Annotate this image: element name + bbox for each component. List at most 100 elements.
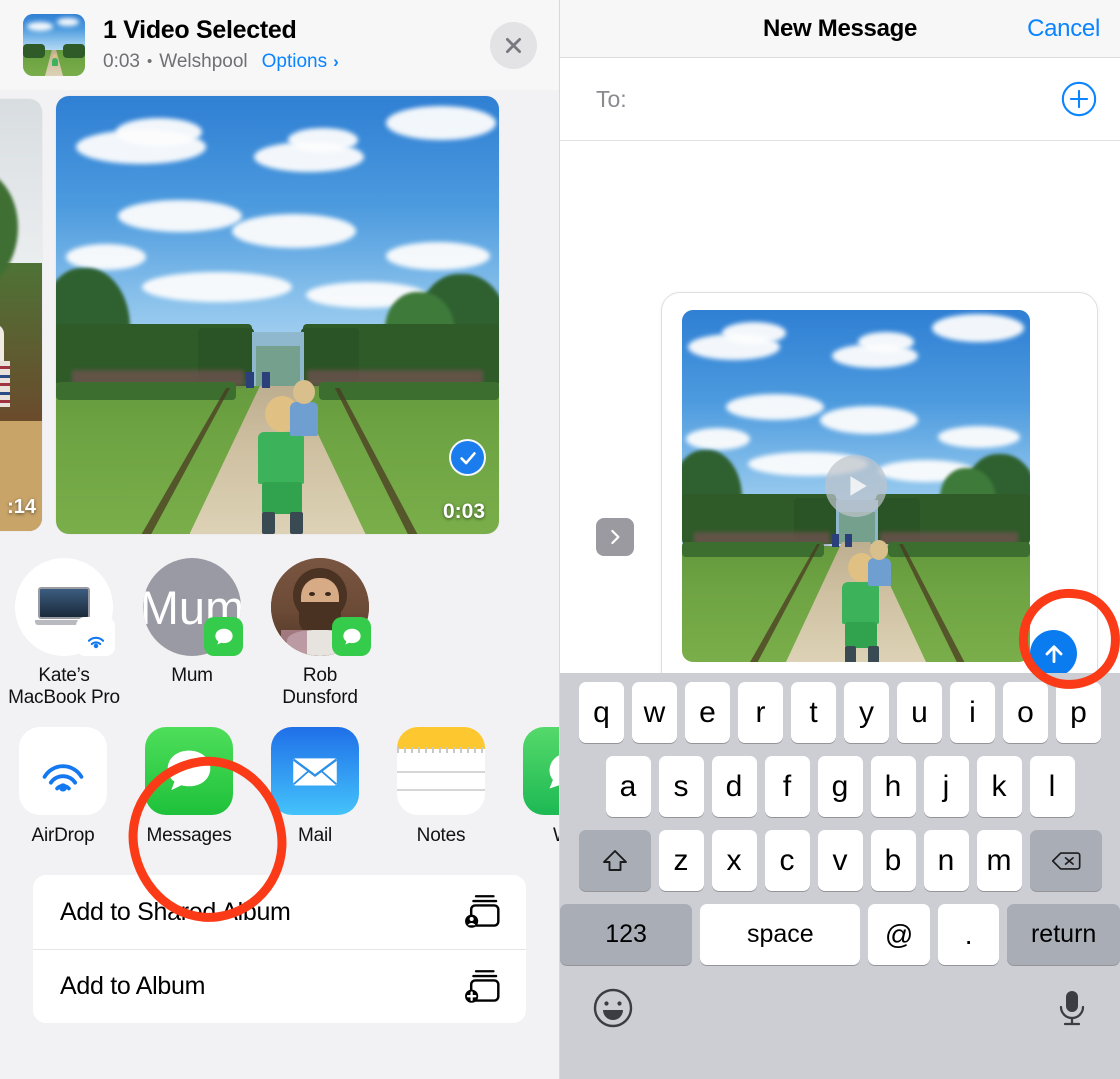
options-button[interactable]: Options › bbox=[262, 51, 339, 73]
messages-badge-icon bbox=[332, 617, 371, 656]
message-attachment-bubble[interactable] bbox=[661, 292, 1098, 694]
space-key[interactable]: space bbox=[700, 904, 861, 965]
key-q[interactable]: q bbox=[579, 682, 624, 743]
key-w[interactable]: w bbox=[632, 682, 677, 743]
app-messages[interactable]: Messages bbox=[126, 727, 252, 847]
app-notes[interactable]: Notes bbox=[378, 727, 504, 847]
keyboard-row-2: a s d f g h j k l bbox=[560, 756, 1120, 817]
app-label: Mail bbox=[297, 825, 333, 847]
microphone-icon[interactable] bbox=[1055, 986, 1089, 1030]
play-button[interactable] bbox=[825, 455, 887, 517]
key-n[interactable]: n bbox=[923, 830, 969, 891]
video-location: Welshpool bbox=[159, 50, 248, 72]
selected-video-thumbnail[interactable] bbox=[23, 14, 85, 76]
key-g[interactable]: g bbox=[817, 756, 863, 817]
onscreen-keyboard[interactable]: q w e r t y u i o p a s d f g h j k l z … bbox=[560, 673, 1120, 1079]
key-c[interactable]: c bbox=[764, 830, 810, 891]
shift-key[interactable] bbox=[578, 830, 651, 891]
share-sheet-header-text: 1 Video Selected 0:03 • Welshpool Option… bbox=[103, 17, 490, 73]
key-s[interactable]: s bbox=[658, 756, 704, 817]
page-title: 1 Video Selected bbox=[103, 16, 297, 45]
key-i[interactable]: i bbox=[950, 682, 995, 743]
key-r[interactable]: r bbox=[738, 682, 783, 743]
messages-navbar: New Message Cancel bbox=[560, 0, 1120, 58]
notes-icon bbox=[397, 727, 485, 816]
messages-badge-icon bbox=[204, 617, 243, 656]
period-key[interactable]: . bbox=[937, 904, 1000, 965]
shared-album-icon bbox=[465, 895, 500, 928]
key-y[interactable]: y bbox=[844, 682, 889, 743]
key-a[interactable]: a bbox=[605, 756, 651, 817]
contact-kates-macbook-pro[interactable]: Kate’s MacBook Pro bbox=[0, 558, 128, 709]
add-album-icon bbox=[465, 969, 500, 1003]
share-sheet-subtitle: 0:03 • Welshpool Options › bbox=[103, 51, 490, 73]
send-button[interactable] bbox=[1030, 630, 1077, 677]
send-arrow-up-icon bbox=[1045, 644, 1062, 663]
add-contact-icon[interactable] bbox=[1060, 80, 1098, 118]
key-p[interactable]: p bbox=[1056, 682, 1101, 743]
contact-label-line1: Kate’s bbox=[38, 665, 90, 686]
app-mail[interactable]: Mail bbox=[252, 727, 378, 847]
key-l[interactable]: l bbox=[1029, 756, 1075, 817]
key-b[interactable]: b bbox=[870, 830, 916, 891]
nav-title: New Message bbox=[762, 14, 918, 42]
action-add-to-shared-album[interactable]: Add to Shared Album bbox=[33, 875, 526, 949]
contact-label-line2: Dunsford bbox=[282, 687, 358, 709]
checkmark-icon bbox=[459, 451, 476, 464]
video-duration: 0:03 bbox=[103, 50, 140, 72]
cancel-button[interactable]: Cancel bbox=[1027, 15, 1100, 43]
app-label: Messages bbox=[146, 825, 232, 847]
airdrop-badge-icon bbox=[76, 617, 115, 656]
app-whatsapp[interactable]: Wh bbox=[504, 727, 559, 847]
share-sheet-panel: 1 Video Selected 0:03 • Welshpool Option… bbox=[0, 0, 560, 1079]
photo-duration: :14 bbox=[7, 496, 36, 518]
play-icon bbox=[850, 476, 867, 496]
app-airdrop[interactable]: AirDrop bbox=[0, 727, 126, 847]
return-key[interactable]: return bbox=[1007, 904, 1120, 965]
chevron-right-icon bbox=[611, 529, 620, 545]
keyboard-row-4: 123 space @ . return bbox=[560, 904, 1120, 965]
key-t[interactable]: t bbox=[791, 682, 836, 743]
contact-rob-dunsford[interactable]: Rob Dunsford bbox=[256, 558, 384, 709]
key-k[interactable]: k bbox=[976, 756, 1022, 817]
key-m[interactable]: m bbox=[976, 830, 1022, 891]
key-v[interactable]: v bbox=[817, 830, 863, 891]
photo-selected-checkmark[interactable] bbox=[449, 439, 486, 476]
numbers-key[interactable]: 123 bbox=[560, 904, 693, 965]
action-label: Add to Shared Album bbox=[60, 897, 291, 926]
video-attachment-preview[interactable] bbox=[682, 310, 1030, 662]
close-button[interactable] bbox=[490, 21, 537, 69]
photo-thumbnail-selected[interactable]: 0:03 bbox=[56, 96, 499, 534]
recipient-field-row[interactable]: To: bbox=[560, 58, 1120, 141]
expand-attachment-button[interactable] bbox=[596, 518, 634, 556]
photo-strip[interactable]: :14 0:03 bbox=[0, 90, 559, 540]
delete-backspace-icon bbox=[1051, 851, 1081, 870]
message-compose-body bbox=[560, 141, 1120, 694]
photo-thumbnail-previous[interactable]: :14 bbox=[0, 99, 42, 531]
key-o[interactable]: o bbox=[1003, 682, 1048, 743]
app-label: Notes bbox=[416, 825, 466, 847]
emoji-icon[interactable] bbox=[591, 986, 635, 1030]
screen: 1 Video Selected 0:03 • Welshpool Option… bbox=[0, 0, 1120, 1079]
key-d[interactable]: d bbox=[711, 756, 757, 817]
messages-icon bbox=[145, 727, 233, 816]
keyboard-row-3: z x c v b n m bbox=[560, 830, 1120, 891]
action-add-to-album[interactable]: Add to Album bbox=[33, 949, 526, 1023]
separator-dot: • bbox=[146, 53, 153, 71]
key-f[interactable]: f bbox=[764, 756, 810, 817]
app-label: AirDrop bbox=[31, 825, 95, 847]
key-u[interactable]: u bbox=[897, 682, 942, 743]
contact-label: Kate’s MacBook Pro bbox=[8, 665, 120, 709]
key-h[interactable]: h bbox=[870, 756, 916, 817]
contact-mum[interactable]: Mum Mum bbox=[128, 558, 256, 687]
options-label: Options bbox=[261, 50, 328, 72]
key-e[interactable]: e bbox=[685, 682, 730, 743]
mail-icon bbox=[271, 727, 359, 816]
key-j[interactable]: j bbox=[923, 756, 969, 817]
key-z[interactable]: z bbox=[658, 830, 704, 891]
whatsapp-icon bbox=[523, 727, 559, 816]
key-x[interactable]: x bbox=[711, 830, 757, 891]
at-key[interactable]: @ bbox=[868, 904, 930, 965]
delete-key[interactable] bbox=[1029, 830, 1102, 891]
app-label: Wh bbox=[553, 825, 559, 847]
